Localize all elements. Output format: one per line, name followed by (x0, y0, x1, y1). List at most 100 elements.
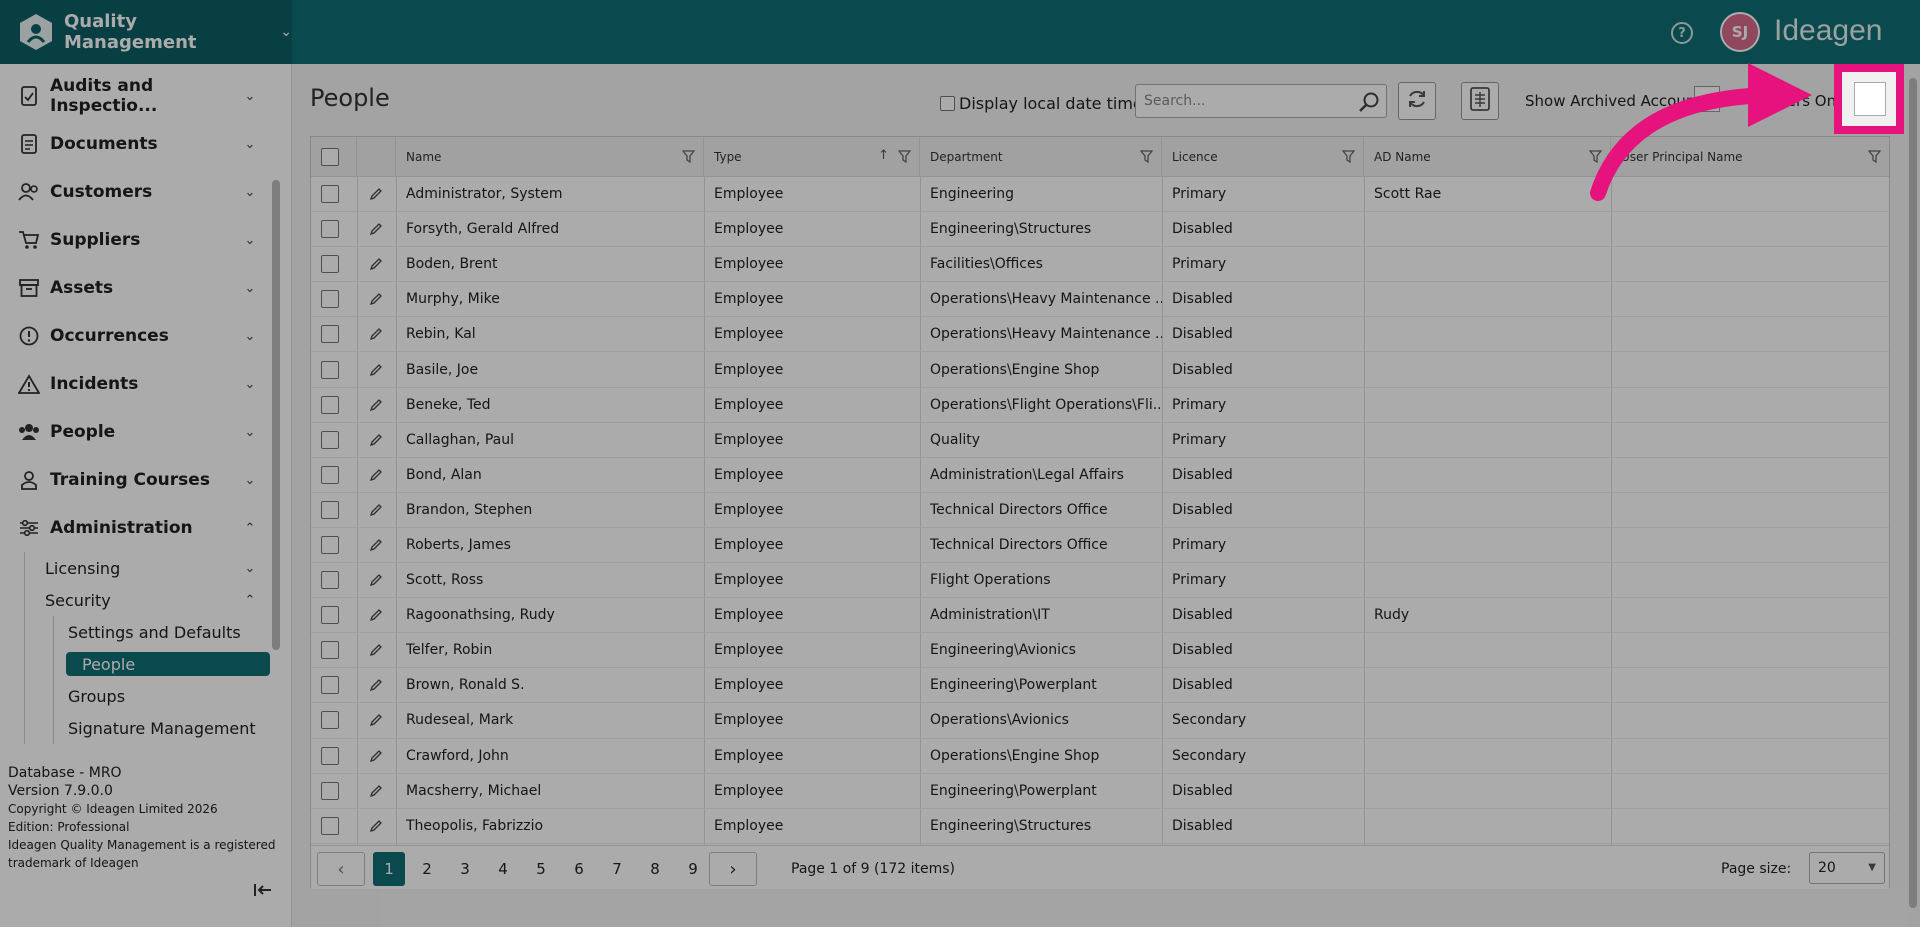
sidebar-item-people[interactable]: People ⌄ (0, 408, 270, 456)
select-all-checkbox[interactable] (321, 148, 339, 166)
sidebar-item-settings-defaults[interactable]: Settings and Defaults (54, 616, 270, 648)
table-row[interactable]: Rebin, Kal Employee Operations\Heavy Maint… (311, 317, 1889, 353)
main-scroll-thumb[interactable] (1909, 78, 1917, 908)
display-local-date-toggle[interactable]: Display local date time (940, 94, 1143, 113)
row-checkbox[interactable] (321, 290, 339, 309)
help-icon[interactable]: ? (1671, 22, 1693, 44)
page-number-button[interactable]: 8 (639, 852, 671, 886)
sidebar-scrollbar[interactable] (272, 80, 280, 740)
refresh-button[interactable] (1398, 82, 1436, 120)
sidebar-item-licensing[interactable]: Licensing ⌄ (25, 552, 270, 584)
table-row[interactable]: Telfer, Robin Employee Engineering\Avionic… (311, 633, 1889, 669)
app-switcher[interactable]: Quality Management ⌄ (0, 0, 292, 64)
row-checkbox[interactable] (321, 325, 339, 344)
prev-page-button[interactable]: ‹ (317, 852, 365, 886)
sidebar-item-occurrences[interactable]: Occurrences ⌄ (0, 312, 270, 360)
sidebar-item-incidents[interactable]: Incidents ⌄ (0, 360, 270, 408)
edit-pencil-icon[interactable] (357, 633, 396, 667)
row-checkbox[interactable] (321, 465, 339, 484)
collapse-sidebar-icon[interactable] (254, 882, 272, 901)
page-number-button[interactable]: 5 (525, 852, 557, 886)
table-row[interactable]: Murphy, Mike Employee Operations\Heavy Mai… (311, 282, 1889, 318)
filter-icon[interactable] (1139, 150, 1154, 166)
sidebar-item-audits[interactable]: Audits and Inspectio... ⌄ (0, 72, 270, 120)
table-row[interactable]: Ragoonathsing, Rudy Employee Administratio… (311, 598, 1889, 634)
search-input[interactable]: Search... (1144, 93, 1205, 109)
page-number-button[interactable]: 9 (677, 852, 709, 886)
row-checkbox[interactable] (321, 676, 339, 695)
filter-icon[interactable] (681, 150, 696, 166)
column-header-name[interactable]: Name (396, 137, 704, 177)
table-row[interactable]: Brandon, Stephen Employee Technical Direct… (311, 492, 1889, 528)
user-avatar[interactable]: SJ (1720, 12, 1760, 52)
sidebar-item-training-courses[interactable]: Training Courses ⌄ (0, 456, 270, 504)
table-row[interactable]: Rudeseal, Mark Employee Operations\Avionic… (311, 703, 1889, 739)
sidebar-item-assets[interactable]: Assets ⌄ (0, 264, 270, 312)
row-checkbox[interactable] (321, 746, 339, 765)
sidebar-item-groups[interactable]: Groups (54, 680, 270, 712)
sidebar-scroll-thumb[interactable] (272, 180, 280, 650)
row-checkbox[interactable] (321, 816, 339, 835)
table-row[interactable]: Macsherry, Michael Employee Engineering\Po… (311, 773, 1889, 809)
edit-pencil-icon[interactable] (357, 352, 396, 386)
row-checkbox[interactable] (321, 641, 339, 660)
edit-pencil-icon[interactable] (357, 177, 396, 211)
column-header-department[interactable]: Department (920, 137, 1162, 177)
edit-pencil-icon[interactable] (357, 317, 396, 351)
page-number-button[interactable]: 6 (563, 852, 595, 886)
table-row[interactable]: Beneke, Ted Employee Operations\Flight Ope… (311, 387, 1889, 423)
row-checkbox[interactable] (321, 606, 339, 625)
row-checkbox[interactable] (321, 255, 339, 274)
row-checkbox[interactable] (321, 711, 339, 730)
row-checkbox[interactable] (321, 360, 339, 379)
edit-pencil-icon[interactable] (357, 668, 396, 702)
row-checkbox[interactable] (321, 395, 339, 414)
filter-icon[interactable] (1867, 150, 1882, 166)
row-checkbox[interactable] (321, 781, 339, 800)
filter-icon[interactable] (1341, 150, 1356, 166)
sidebar-item-people-active[interactable]: People (66, 652, 270, 676)
sidebar-item-signature-management[interactable]: Signature Management (54, 712, 270, 744)
filter-icon[interactable] (897, 150, 912, 166)
table-row[interactable]: Theopolis, Fabrizzio Employee Engineering\… (311, 808, 1889, 844)
row-checkbox[interactable] (321, 220, 339, 239)
page-size-select[interactable]: 20 ▼ (1809, 852, 1885, 884)
edit-pencil-icon[interactable] (357, 703, 396, 737)
table-row[interactable]: Scott, Ross Employee Flight Operations Prim… (311, 563, 1889, 599)
column-header-ad-name[interactable]: AD Name (1364, 137, 1611, 177)
users-only-checkbox[interactable] (1854, 82, 1886, 116)
table-row[interactable]: Callaghan, Paul Employee Quality Primary (311, 422, 1889, 458)
edit-pencil-icon[interactable] (357, 212, 396, 246)
sidebar-item-suppliers[interactable]: Suppliers ⌄ (0, 216, 270, 264)
page-number-button[interactable]: 7 (601, 852, 633, 886)
edit-pencil-icon[interactable] (357, 388, 396, 422)
row-checkbox[interactable] (321, 535, 339, 554)
edit-pencil-icon[interactable] (357, 809, 396, 843)
edit-pencil-icon[interactable] (357, 774, 396, 808)
page-number-button[interactable]: 2 (411, 852, 443, 886)
edit-pencil-icon[interactable] (357, 493, 396, 527)
edit-pencil-icon[interactable] (357, 458, 396, 492)
sidebar-item-customers[interactable]: Customers ⌄ (0, 168, 270, 216)
users-only-checkbox-highlight[interactable] (1834, 64, 1904, 134)
display-local-date-checkbox[interactable] (940, 96, 955, 111)
edit-pencil-icon[interactable] (357, 247, 396, 281)
sidebar-item-security[interactable]: Security ⌃ (25, 584, 270, 616)
column-header-licence[interactable]: Licence (1162, 137, 1364, 177)
edit-pencil-icon[interactable] (357, 528, 396, 562)
page-number-button[interactable]: 1 (373, 852, 405, 886)
row-checkbox[interactable] (321, 185, 339, 204)
row-checkbox[interactable] (321, 571, 339, 590)
row-checkbox[interactable] (321, 430, 339, 449)
edit-pencil-icon[interactable] (357, 563, 396, 597)
table-row[interactable]: Bond, Alan Employee Administration\Legal A… (311, 457, 1889, 493)
table-row[interactable]: Roberts, James Employee Technical Director… (311, 527, 1889, 564)
table-row[interactable]: Brown, Ronald S. Employee Engineering\Powe… (311, 668, 1889, 704)
table-row[interactable]: Basile, Joe Employee Operations\Engine Sho… (311, 352, 1889, 388)
sidebar-item-documents[interactable]: Documents ⌄ (0, 120, 270, 168)
edit-pencil-icon[interactable] (357, 423, 396, 457)
table-row[interactable]: Boden, Brent Employee Facilities\Offices Pr… (311, 247, 1889, 283)
sidebar-item-administration[interactable]: Administration ⌃ (0, 504, 270, 552)
row-checkbox[interactable] (321, 500, 339, 519)
edit-pencil-icon[interactable] (357, 739, 396, 773)
